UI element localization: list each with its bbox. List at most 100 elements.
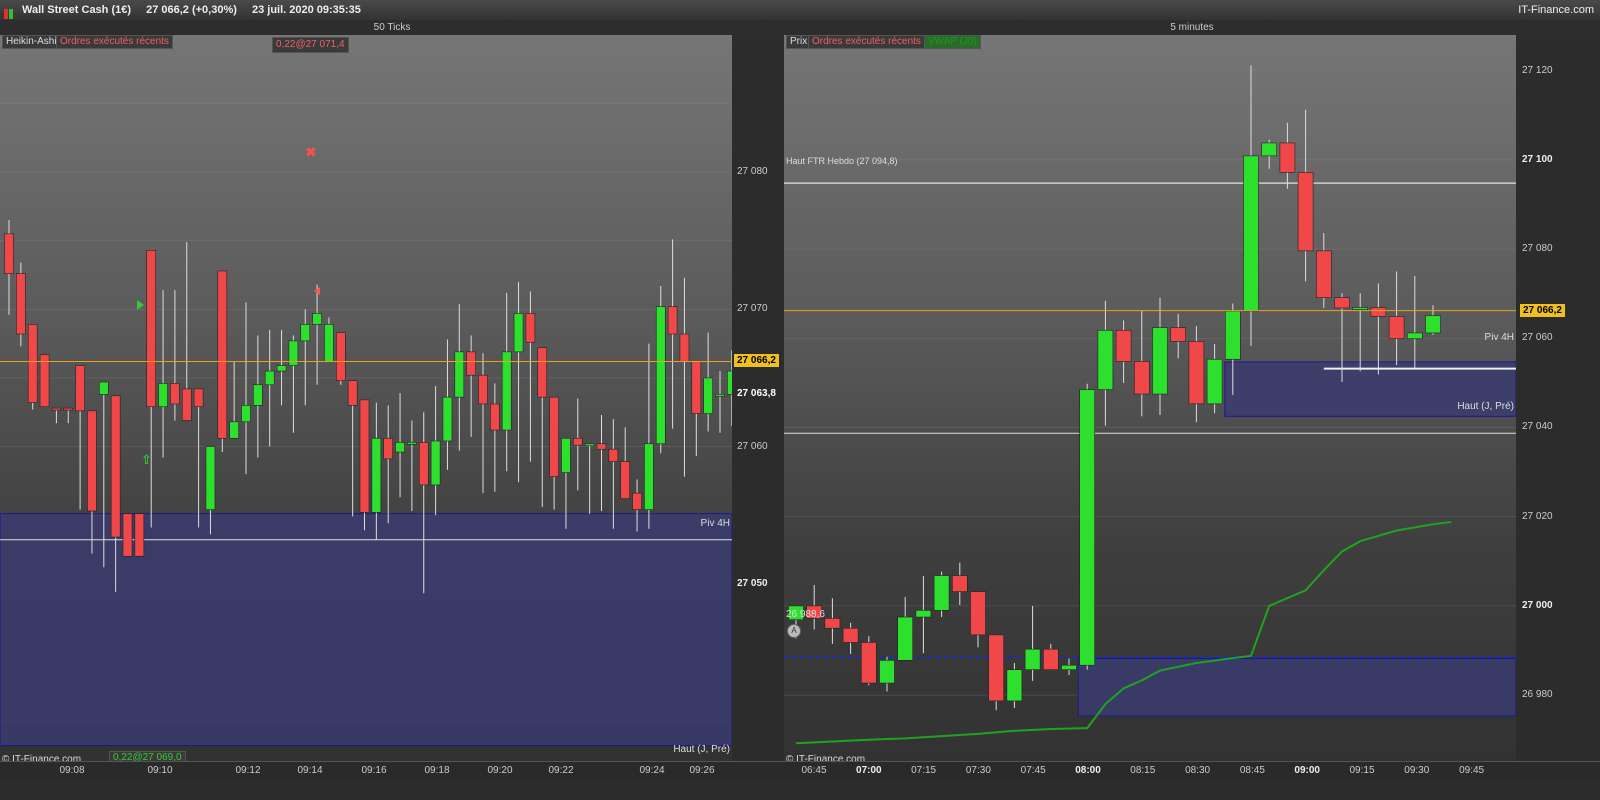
candle-body — [300, 324, 311, 342]
y-tick-label: 27 100 — [1522, 153, 1553, 165]
candle-body — [170, 383, 180, 405]
candle-body — [933, 575, 950, 611]
legend-orders-right[interactable]: Ordres exécutés récents — [808, 35, 925, 49]
left-zone-label: Piv 4H — [700, 518, 730, 529]
candle-body — [1352, 307, 1369, 310]
candle-body — [1388, 316, 1405, 340]
candle-body — [1261, 142, 1278, 157]
x-tick-label: 09:24 — [639, 765, 665, 776]
candle-body — [549, 396, 559, 477]
brand-label: IT-Finance.com — [1518, 4, 1594, 16]
candle-body — [608, 448, 619, 462]
x-tick-label: 06:45 — [801, 765, 827, 776]
candle-body — [952, 575, 968, 592]
x-tick-label: 09:30 — [1404, 765, 1430, 776]
candle-body — [1279, 142, 1296, 173]
candle-body — [359, 399, 370, 513]
candle-body — [1243, 155, 1259, 312]
candle-body — [596, 443, 607, 450]
buy-marker-icon — [137, 300, 144, 310]
candle-body — [134, 513, 145, 557]
left-candlestick-chart[interactable]: ✖⇧ — [0, 35, 732, 762]
order-top-tag: 0,22@27 071,4 — [272, 37, 349, 53]
x-tick-label: 07:30 — [965, 765, 991, 776]
legend-heikin-ashi[interactable]: Heikin-Ashi — [2, 35, 61, 49]
datetime: 23 juil. 2020 09:35:35 — [251, 4, 361, 16]
alert-icon[interactable]: A — [787, 624, 801, 638]
candle-body — [75, 365, 85, 412]
candle-body — [276, 365, 287, 372]
candle-body — [442, 396, 453, 442]
candle-body — [1097, 329, 1114, 390]
candle-body — [861, 642, 877, 684]
candle-body — [63, 407, 74, 411]
candle-body — [16, 273, 26, 335]
candle-body — [842, 627, 859, 643]
left-line-label: Haut (J, Pré) — [673, 744, 730, 755]
right-plot-area[interactable]: Prix Ordres exécutés récents VWAP (J0) H… — [784, 35, 1516, 762]
left-y-axis: 27 080 27 070 27 060 27 050 27 066,2 27 063,8 — [732, 35, 784, 762]
x-tick-label: 08:30 — [1185, 765, 1211, 776]
candle-body — [1206, 358, 1223, 405]
candle-body — [1315, 250, 1332, 299]
x-tick-label: 09:18 — [424, 765, 450, 776]
candle-body — [146, 250, 156, 408]
candle-body — [407, 442, 417, 445]
candle-body — [466, 351, 476, 376]
candle-body — [51, 407, 62, 411]
right-current-price-box: 27 066,2 — [1520, 303, 1565, 317]
right-candlestick-chart[interactable] — [784, 35, 1516, 762]
x-tick-label: 09:10 — [147, 765, 173, 776]
left-chart-panel: 50 Ticks ✖ ⇧ Heikin-Ashi Ordres exécutés … — [0, 20, 784, 780]
title-bar: Wall Street Cash (1€) 27 066,2 (+0,30%) … — [0, 0, 1600, 21]
candle-body — [418, 442, 429, 486]
candle-body — [454, 351, 465, 398]
candle-body — [395, 442, 405, 453]
y-tick-label: 27 070 — [737, 303, 768, 315]
candle-body — [335, 332, 346, 381]
candle-body — [1224, 310, 1241, 360]
candle-body — [478, 374, 488, 405]
candle-body — [715, 394, 725, 397]
y-tick-label: 27 050 — [737, 577, 768, 589]
candle-body — [620, 461, 631, 499]
candle-body — [537, 347, 548, 398]
candle-body — [1152, 327, 1168, 395]
candle-body — [241, 405, 251, 423]
left-last-price-box: 27 063,8 — [737, 388, 776, 400]
y-tick-label: 27 120 — [1522, 64, 1553, 76]
candle-body — [644, 443, 654, 510]
candle-body — [561, 437, 571, 473]
candle-body — [1334, 297, 1350, 309]
left-panel-title: 50 Ticks — [0, 20, 784, 35]
candle-body — [1079, 389, 1096, 666]
candle-body — [1370, 307, 1387, 317]
y-tick-label: 27 020 — [1522, 510, 1553, 522]
candle-body — [312, 313, 322, 325]
candle-body — [501, 351, 512, 431]
candle-body — [1006, 669, 1023, 702]
x-tick-label: 09:08 — [59, 765, 85, 776]
legend-orders-left[interactable]: Ordres exécutés récents — [56, 35, 173, 49]
left-current-price-box: 27 066,2 — [734, 354, 779, 368]
x-tick-label: 09:12 — [235, 765, 261, 776]
x-tick-label: 08:00 — [1075, 765, 1101, 776]
zone-rect — [1077, 658, 1516, 717]
candle-body — [667, 306, 678, 335]
candle-body — [122, 513, 133, 557]
candle-body — [1425, 315, 1441, 334]
candle-body — [691, 361, 702, 414]
right-y-axis: 27 120 27 100 27 080 27 060 27 040 27 020 27 0… — [1516, 35, 1600, 762]
candle-body — [572, 437, 583, 446]
candle-body — [679, 333, 690, 362]
level-pivot-label: Piv 4H — [1484, 332, 1514, 343]
x-tick-label: 09:15 — [1349, 765, 1375, 776]
left-plot-area[interactable]: ✖ ⇧ Heikin-Ashi Ordres exécutés récents 0… — [0, 35, 732, 762]
candle-body — [525, 313, 536, 343]
candle-body — [4, 233, 14, 274]
candle-body — [1061, 664, 1077, 670]
candle-body — [87, 410, 97, 512]
legend-vwap[interactable]: VWAP (J0) — [924, 35, 981, 49]
right-panel-title: 5 minutes — [784, 20, 1600, 35]
candle-body — [1133, 361, 1150, 395]
